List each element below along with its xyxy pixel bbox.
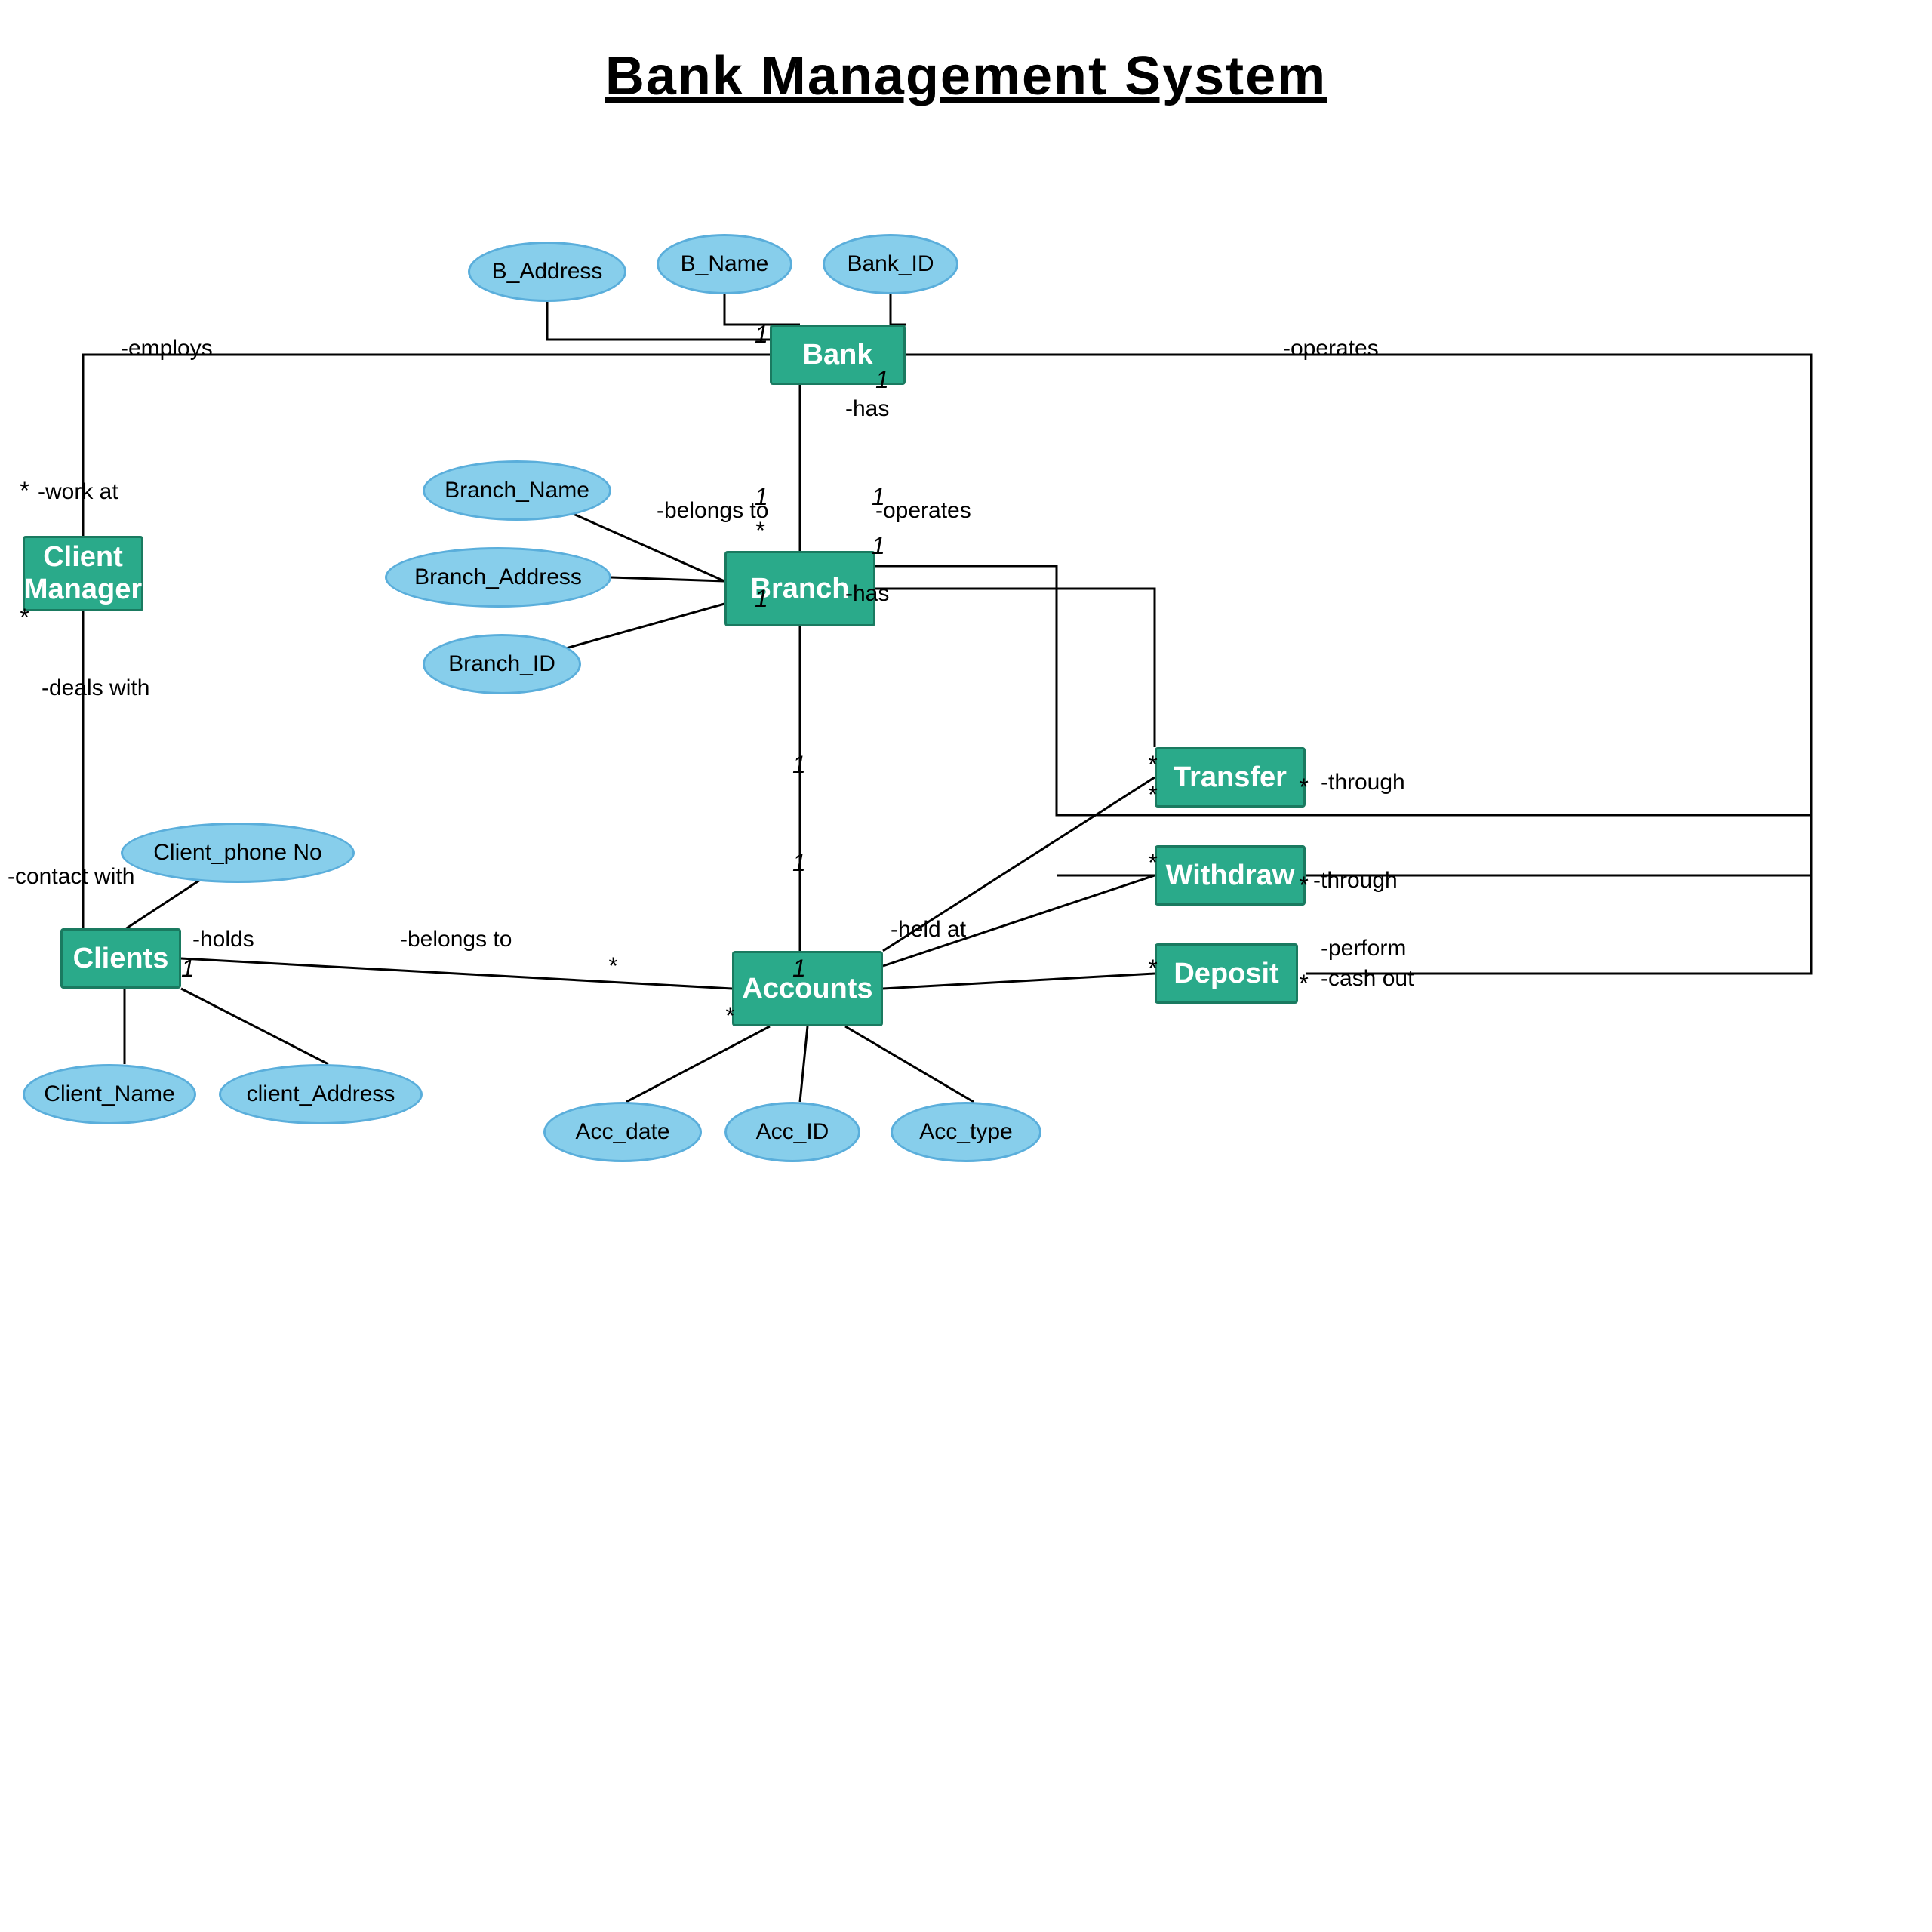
rel-holds: -holds [192,927,254,952]
attr-client-phone: Client_phone No [121,823,355,883]
mult-13: 1 [792,849,806,877]
rel-held-at: -held at [891,917,966,943]
mult-10: 1 [792,751,806,779]
rel-contact-with: -contact with [8,864,134,890]
mult-22: * [1298,970,1307,998]
attr-branch-id: Branch_ID [423,634,581,694]
mult-15: 1 [792,955,806,983]
mult-6: 1 [872,532,885,560]
mult-12: * [1147,781,1156,809]
attr-branch-address: Branch_Address [385,547,611,608]
attr-client-address: client_Address [219,1064,423,1124]
entity-withdraw: Withdraw [1155,845,1306,906]
rel-operates1: -operates [1283,336,1379,361]
entity-deposit: Deposit [1155,943,1298,1004]
attr-acc-type: Acc_type [891,1102,1041,1162]
entity-clients: Clients [60,928,181,989]
connector-lines [0,136,1932,1932]
mult-17: 1 [181,955,195,983]
mult-19: * [608,952,617,980]
rel-cash-out: -cash out [1321,966,1414,992]
mult-16: * [1147,955,1156,983]
mult-21: * [1298,872,1307,900]
mult-14: * [1147,849,1156,877]
rel-has1: -has [845,396,889,422]
rel-belongs-to: -belongs to [657,498,768,524]
attr-branch-name: Branch_Name [423,460,611,521]
mult-8: * [19,604,28,632]
rel-deals-with: -deals with [42,675,149,701]
rel-has2: -has [845,581,889,607]
mult-5: 1 [872,483,885,511]
attr-bank-id: Bank_ID [823,234,958,294]
mult-18: * [724,1002,734,1030]
mult-9: 1 [755,585,768,613]
mult-11: * [1147,751,1156,779]
rel-through2: -through [1313,868,1398,894]
mult-1: 1 [755,321,768,349]
entity-accounts: Accounts [732,951,883,1026]
entity-transfer: Transfer [1155,747,1306,808]
attr-client-name: Client_Name [23,1064,196,1124]
rel-operates2: -operates [875,498,971,524]
rel-belongs-to2: -belongs to [400,927,512,952]
diagram-area: Bank Branch Client Manager Clients Accou… [0,136,1932,1932]
mult-3: 1 [755,483,768,511]
mult-2: 1 [875,366,889,394]
rel-through1: -through [1321,770,1405,795]
attr-b-name: B_Name [657,234,792,294]
attr-acc-id: Acc_ID [724,1102,860,1162]
rel-work-at: -work at [38,479,118,505]
attr-acc-date: Acc_date [543,1102,702,1162]
rel-employs: -employs [121,336,213,361]
mult-7: * [19,477,28,505]
mult-20: * [1298,774,1307,801]
rel-perform: -perform [1321,936,1406,961]
entity-clientmanager: Client Manager [23,536,143,611]
mult-4: * [755,517,764,545]
attr-b-address: B_Address [468,242,626,302]
page-title: Bank Management System [0,0,1932,107]
